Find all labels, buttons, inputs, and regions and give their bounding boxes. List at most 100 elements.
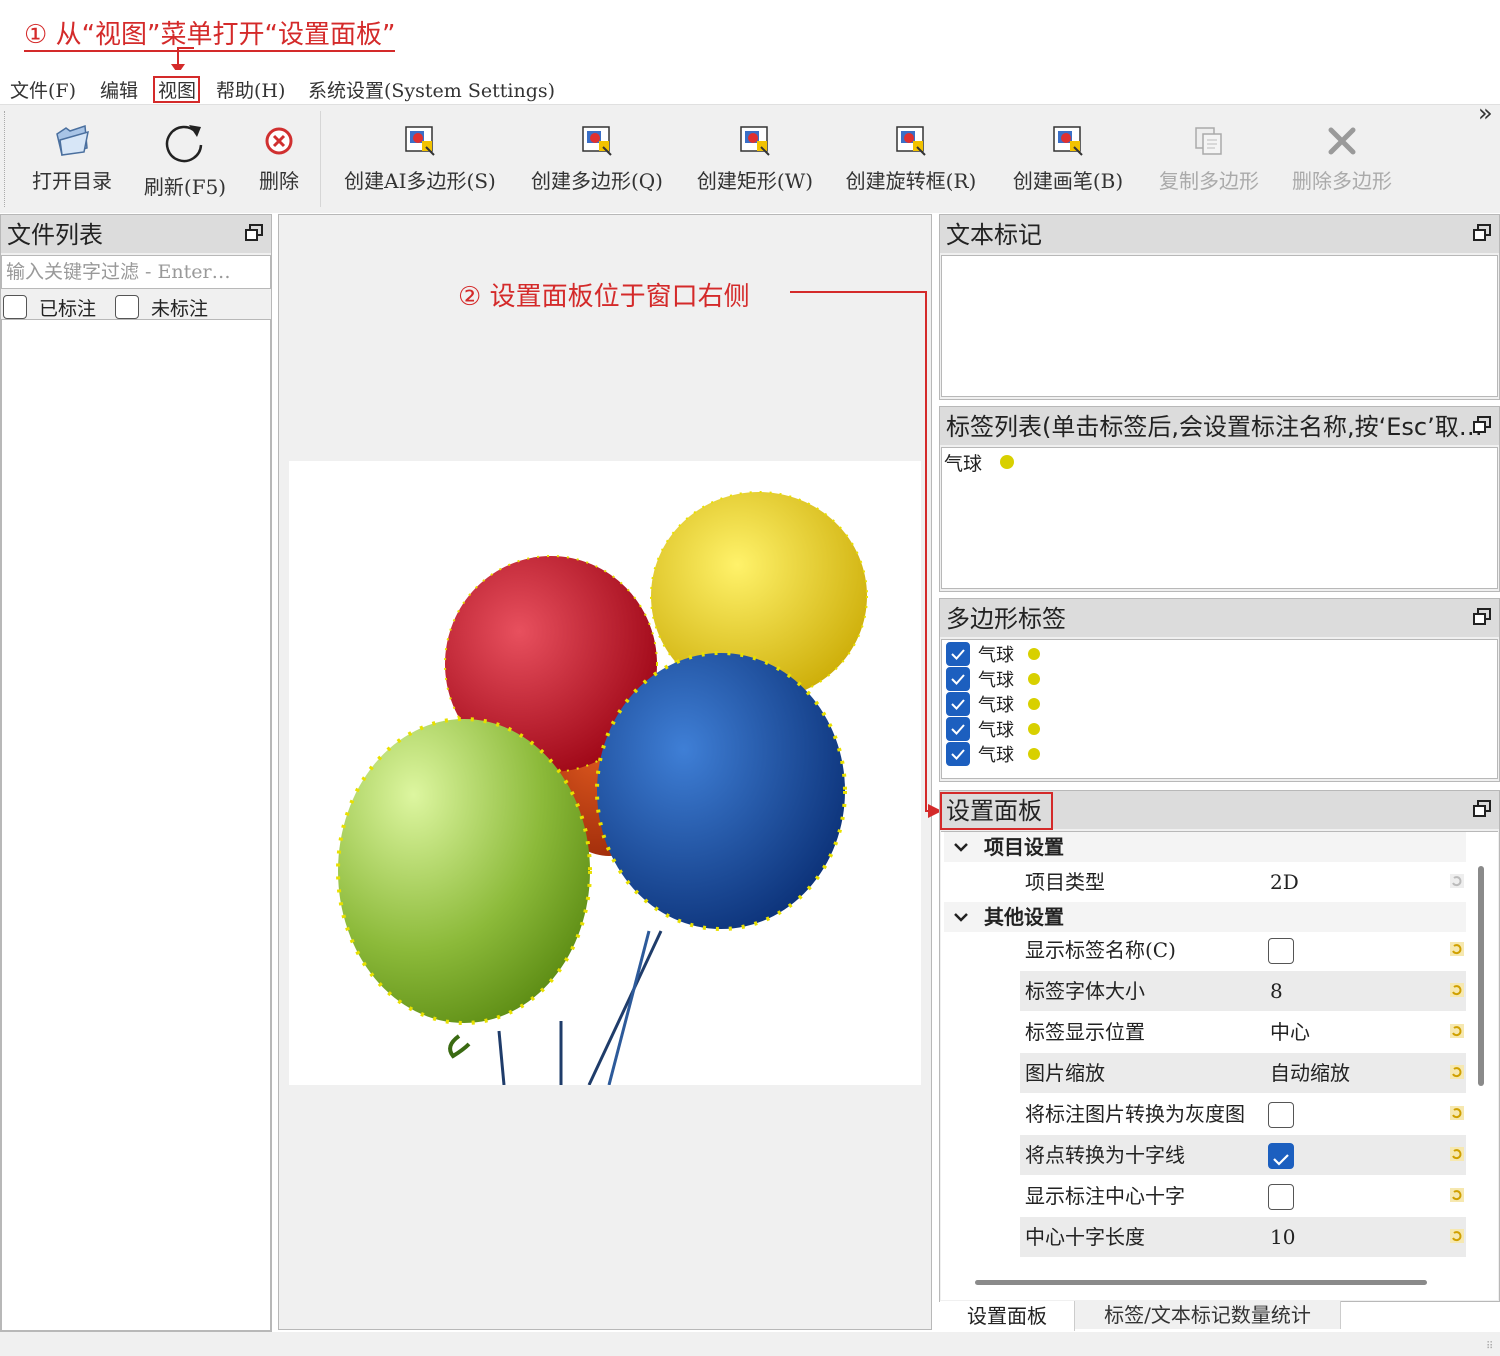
float-icon[interactable] (1473, 416, 1491, 434)
toolbar-overflow-button[interactable]: » (1478, 99, 1493, 127)
setting-checkbox[interactable] (1268, 938, 1294, 964)
settings-row-show-label-name[interactable]: 显示标签名称(C) (1020, 930, 1466, 970)
setting-name: 图片缩放 (1025, 1061, 1105, 1085)
text-mark-panel: 文本标记 (939, 214, 1500, 400)
settings-horizontal-scrollbar[interactable] (975, 1280, 1427, 1285)
create-brush-button[interactable]: 创建画笔(B) (1004, 105, 1132, 213)
polygon-visible-checkbox[interactable] (946, 716, 970, 741)
polygon-label-header: 多边形标签 (940, 599, 1499, 637)
setting-name: 将标注图片转换为灰度图 (1025, 1102, 1245, 1126)
polygon-color-dot (1028, 747, 1040, 760)
file-filter-input[interactable]: 输入关键字过滤 - Enter… (1, 255, 271, 289)
setting-name: 标签显示位置 (1025, 1020, 1145, 1044)
setting-value[interactable]: 8 (1270, 971, 1283, 1011)
reset-icon[interactable] (1450, 1065, 1464, 1079)
reset-icon[interactable] (1450, 1024, 1464, 1038)
polygon-item-name: 气球 (978, 669, 1014, 691)
polygon-item[interactable]: 气球 (942, 691, 1497, 716)
create-rectangle-button[interactable]: 创建矩形(W) (690, 105, 820, 213)
toolbar-handle[interactable] (4, 111, 8, 207)
create-rectangle-label: 创建矩形(W) (696, 169, 814, 193)
polygon-item[interactable]: 气球 (942, 641, 1497, 666)
reset-icon[interactable] (1450, 942, 1464, 956)
setting-value[interactable]: 自动缩放 (1270, 1053, 1350, 1093)
delete-button[interactable]: 删除 (244, 105, 314, 213)
setting-checkbox[interactable] (1268, 1143, 1294, 1169)
polygon-item[interactable]: 气球 (942, 741, 1497, 766)
polygon-visible-checkbox[interactable] (946, 666, 970, 691)
delete-label: 删除 (259, 169, 299, 193)
menu-edit[interactable]: 编辑 (100, 76, 138, 103)
setting-value[interactable]: 10 (1270, 1217, 1295, 1257)
settings-title-highlight (940, 792, 1053, 830)
setting-value[interactable]: 中心 (1270, 1012, 1310, 1052)
reset-icon[interactable] (1450, 1147, 1464, 1161)
labeled-filter[interactable]: 已标注 (3, 294, 96, 320)
text-mark-editor[interactable] (941, 255, 1498, 397)
file-list[interactable] (1, 319, 271, 1331)
setting-name: 显示标签名称(C) (1025, 938, 1176, 962)
tab-label-stats[interactable]: 标签/文本标记数量统计 (1075, 1301, 1341, 1329)
polygon-visible-checkbox[interactable] (946, 741, 970, 766)
reset-icon[interactable] (1450, 1106, 1464, 1120)
settings-group-label: 项目设置 (984, 835, 1064, 859)
setting-value[interactable]: 2D (1270, 862, 1299, 902)
chevron-down-icon[interactable] (952, 832, 970, 870)
labeled-checkbox[interactable] (3, 295, 27, 319)
settings-row-center-cross[interactable]: 显示标注中心十字 (1020, 1176, 1466, 1216)
create-ai-polygon-button[interactable]: 创建AI多边形(S) (335, 105, 505, 213)
label-item[interactable]: 气球 (944, 448, 1015, 476)
create-rotated-box-button[interactable]: 创建旋转框(R) (838, 105, 984, 213)
menu-view[interactable]: 视图 (158, 76, 196, 103)
settings-row-cross-length[interactable]: 中心十字长度 10 (1020, 1217, 1466, 1257)
menu-system-settings[interactable]: 系统设置(System Settings) (308, 76, 555, 103)
polygon-color-dot (1028, 697, 1040, 710)
reset-icon[interactable] (1450, 1188, 1464, 1202)
float-icon[interactable] (1473, 800, 1491, 818)
polygon-label-title: 多边形标签 (946, 605, 1066, 633)
settings-row-grayscale[interactable]: 将标注图片转换为灰度图 (1020, 1094, 1466, 1134)
float-icon[interactable] (245, 224, 263, 242)
menu-file[interactable]: 文件(F) (10, 76, 76, 103)
open-dir-label: 打开目录 (32, 169, 112, 193)
reset-icon[interactable] (1450, 1229, 1464, 1243)
settings-row-image-scale[interactable]: 图片缩放 自动缩放 (1020, 1053, 1466, 1093)
float-icon[interactable] (1473, 224, 1491, 242)
settings-row-point-crosshair[interactable]: 将点转换为十字线 (1020, 1135, 1466, 1175)
reset-icon[interactable] (1450, 983, 1464, 997)
create-ai-polygon-label: 创建AI多边形(S) (344, 169, 496, 193)
copy-polygon-label: 复制多边形 (1159, 169, 1259, 193)
settings-vertical-scrollbar[interactable] (1478, 866, 1484, 1086)
polygon-visible-checkbox[interactable] (946, 691, 970, 716)
label-list[interactable]: 气球 (941, 447, 1498, 589)
settings-row-project-type[interactable]: 项目类型 2D (1020, 862, 1466, 902)
unlabeled-checkbox[interactable] (115, 295, 139, 319)
settings-row-label-font-size[interactable]: 标签字体大小 8 (1020, 971, 1466, 1011)
copy-polygon-button[interactable]: 复制多边形 (1150, 105, 1268, 213)
resize-grip-icon[interactable]: ⠿ (1486, 1342, 1496, 1352)
float-icon[interactable] (1473, 608, 1491, 626)
tab-settings-panel[interactable]: 设置面板 (940, 1301, 1075, 1331)
settings-row-label-position[interactable]: 标签显示位置 中心 (1020, 1012, 1466, 1052)
refresh-button[interactable]: 刷新(F5) (135, 105, 235, 213)
delete-polygon-button[interactable]: 删除多边形 (1282, 105, 1402, 213)
reset-icon[interactable] (1450, 874, 1464, 888)
setting-checkbox[interactable] (1268, 1184, 1294, 1210)
polygon-visible-checkbox[interactable] (946, 641, 970, 666)
polygon-item[interactable]: 气球 (942, 666, 1497, 691)
create-brush-icon (1052, 123, 1084, 159)
polygon-item-name: 气球 (978, 744, 1014, 766)
menu-help[interactable]: 帮助(H) (216, 76, 285, 103)
open-dir-button[interactable]: 打开目录 (22, 105, 122, 213)
settings-group-other[interactable]: 其他设置 (944, 902, 1466, 932)
create-polygon-button[interactable]: 创建多边形(Q) (522, 105, 672, 213)
unlabeled-filter[interactable]: 未标注 (115, 294, 208, 320)
toolbar-separator (320, 111, 321, 207)
polygon-item[interactable]: 气球 (942, 716, 1497, 741)
chevron-down-icon[interactable] (952, 902, 970, 940)
setting-name: 标签字体大小 (1025, 979, 1145, 1003)
setting-name: 中心十字长度 (1025, 1225, 1145, 1249)
polygon-list[interactable]: 气球 气球 气球 气球 气球 (941, 639, 1498, 779)
setting-checkbox[interactable] (1268, 1102, 1294, 1128)
settings-group-project[interactable]: 项目设置 (944, 832, 1466, 862)
